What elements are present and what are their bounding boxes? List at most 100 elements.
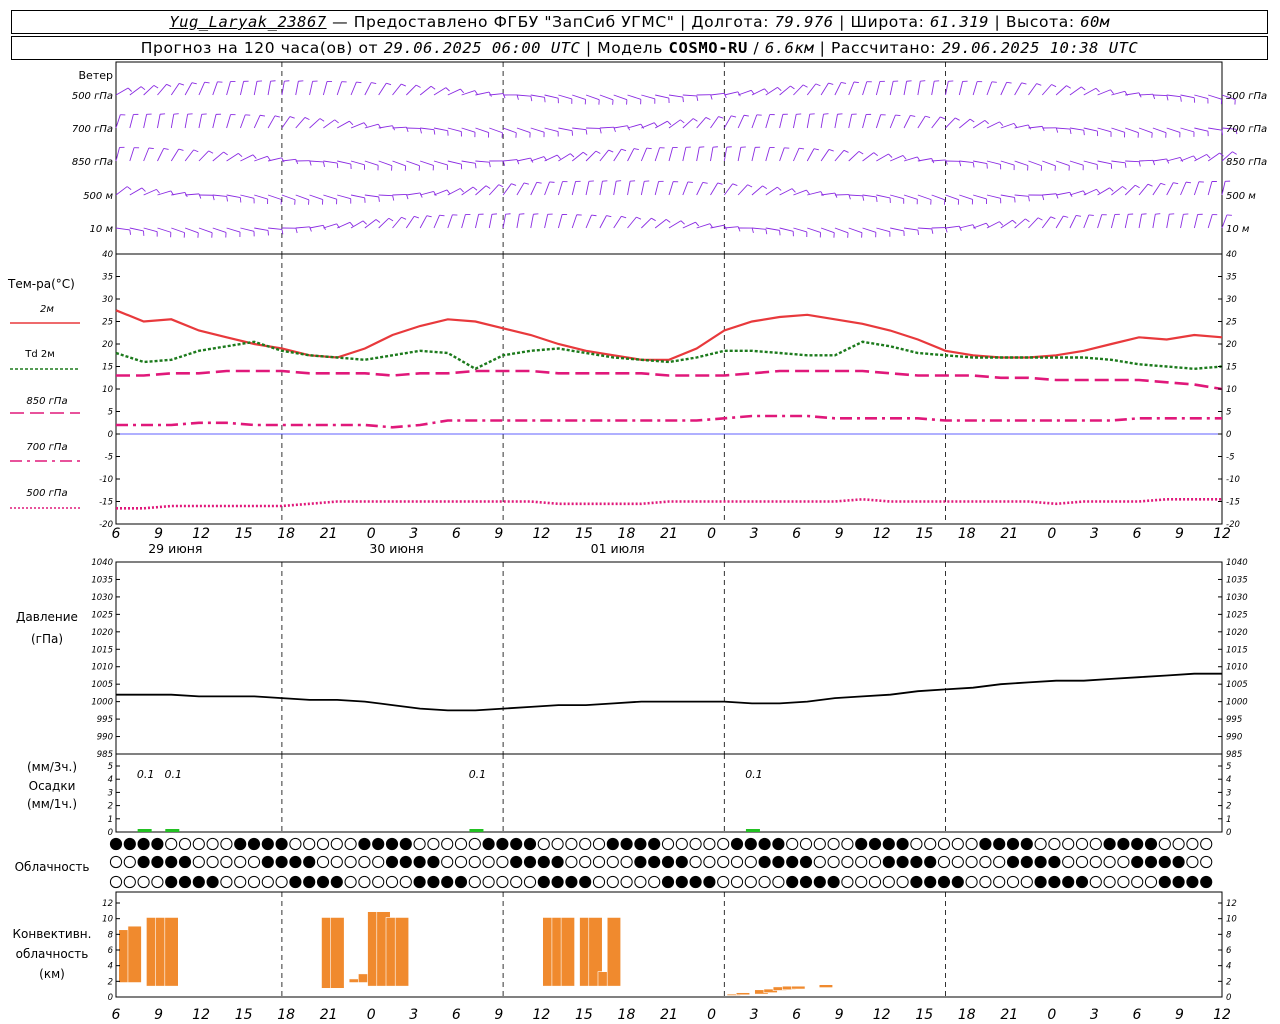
precip-tick-left: 1	[108, 815, 113, 825]
wind-barb	[558, 153, 571, 162]
cloud-symbol	[123, 837, 136, 851]
temp-tick-left: 40	[102, 250, 113, 260]
wind-barb-flag	[940, 116, 946, 120]
cloud-symbol	[482, 875, 495, 889]
wind-barb	[572, 127, 587, 131]
cloud-symbol	[758, 855, 771, 869]
wind-barb-flag	[472, 186, 478, 191]
cloud-symbol	[1200, 855, 1213, 869]
wind-barb	[972, 120, 986, 129]
wind-barb-flag	[1063, 215, 1069, 218]
cloud-symbol	[868, 855, 882, 869]
wind-barb-flag	[1066, 85, 1071, 89]
wind-barb	[890, 227, 904, 232]
wind-barb	[848, 151, 860, 162]
wind-barb-flag	[777, 87, 782, 92]
hour-tick-label: 9	[154, 526, 163, 542]
wind-barb-flag	[148, 147, 154, 149]
precip-tick-left: 0	[108, 828, 113, 838]
wind-barb	[295, 117, 306, 129]
cloud-symbol	[896, 855, 909, 869]
wind-barb	[1014, 194, 1029, 197]
wind-barb-flag	[208, 150, 214, 154]
cloud-symbol	[868, 837, 882, 851]
wind-barb	[641, 217, 652, 229]
wind-barb	[945, 194, 959, 201]
cloud-symbol	[620, 875, 633, 889]
cloud-symbol	[717, 855, 730, 869]
hour-tick-label: 9	[835, 526, 844, 542]
wind-barb	[461, 186, 474, 196]
wind-barb-flag	[702, 181, 708, 184]
wind-barb	[917, 227, 932, 230]
cloud-symbol	[758, 837, 771, 851]
cloud-symbol	[827, 875, 840, 889]
wind-barb	[696, 147, 700, 162]
cloud-symbol	[744, 875, 757, 889]
cloud-symbol	[496, 855, 509, 869]
wind-barb	[295, 226, 310, 229]
wind-barb	[1055, 160, 1070, 167]
wind-barb	[613, 125, 628, 129]
temp-tick-right: 30	[1226, 295, 1237, 305]
conv-tick-left: 2	[108, 977, 113, 987]
wind-barb	[392, 216, 402, 229]
wind-barb	[115, 186, 128, 196]
cloud-symbol	[537, 875, 550, 889]
wind-barb	[890, 155, 904, 162]
wind-barb	[1000, 82, 1008, 96]
wind-barb-flag	[166, 83, 172, 87]
pressure-unit: (гПа)	[31, 632, 63, 646]
wind-barb	[309, 81, 314, 96]
wind-barb	[171, 227, 185, 234]
conv-tick-right: 2	[1226, 977, 1231, 987]
hour-tick-label: 3	[409, 526, 418, 542]
hour-tick-label: 15	[915, 1007, 933, 1023]
cloud-symbol	[579, 855, 592, 869]
cloud-symbol	[1172, 837, 1185, 851]
wind-barb	[1125, 92, 1140, 96]
wind-level-label-right: 850 гПа	[1226, 157, 1267, 168]
wind-barb-flag	[1095, 87, 1100, 93]
cloud-symbol	[454, 875, 468, 889]
precip-amount-label: 0.1	[745, 768, 763, 781]
wind-barb-flag	[485, 185, 491, 189]
wind-barb	[821, 192, 836, 196]
cloud-symbol	[634, 855, 647, 869]
wind-barb	[917, 194, 932, 201]
wind-barb	[226, 194, 241, 198]
cloud-symbol	[289, 875, 302, 889]
precip-bar	[469, 829, 484, 832]
wind-level-labels: 500 гПа 500 гПа 700 гПа 700 гПа 850 гПа 850 г…	[72, 91, 1267, 235]
temp-tick-left: -10	[99, 475, 113, 485]
wind-barb	[585, 214, 592, 229]
precip-amount-label: 0.1	[469, 768, 487, 781]
wind-barb	[820, 149, 830, 162]
cloud-symbol	[192, 837, 205, 851]
cloud-symbol	[178, 875, 192, 889]
wind-barb-flag	[633, 148, 639, 151]
cloud-symbol	[730, 837, 744, 851]
cloud-symbol	[937, 875, 951, 889]
wind-barb	[903, 81, 908, 96]
press-tick-left: 1040	[91, 558, 113, 568]
temp-legend-label: 2м	[40, 304, 54, 315]
wind-barb	[1180, 94, 1195, 99]
temp-tick-left: 20	[102, 340, 113, 350]
press-tick-left: 1035	[91, 575, 113, 585]
cloud-symbol	[1075, 837, 1089, 851]
hour-tick-label: 12	[192, 526, 210, 542]
press-tick-right: 985	[1226, 750, 1242, 760]
wind-barb	[641, 122, 655, 129]
wind-barb-flag	[536, 181, 542, 184]
wind-barb	[254, 194, 268, 200]
cloud-symbol	[579, 837, 592, 851]
cloud-symbol	[827, 855, 840, 869]
cloud-symbol	[454, 855, 468, 869]
wind-barb	[336, 81, 343, 96]
wind-barb-flag	[680, 220, 685, 225]
wind-barb	[157, 148, 165, 162]
wind-barb	[1097, 214, 1103, 229]
wind-barb	[710, 116, 719, 129]
cloud-symbol	[151, 875, 164, 889]
